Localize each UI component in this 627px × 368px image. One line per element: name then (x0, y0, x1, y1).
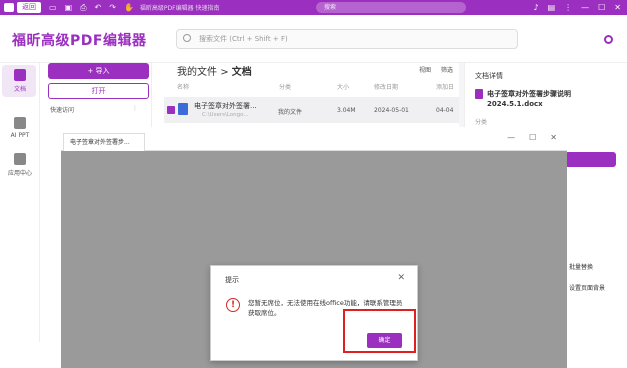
open-folder-icon[interactable]: ▭ (49, 3, 57, 12)
word-file-icon (178, 103, 188, 115)
print-icon[interactable]: ⎙ (80, 3, 86, 13)
user-icon[interactable]: ▤ (548, 3, 556, 12)
details-category-label: 分类 (475, 119, 488, 126)
file-category: 我的文件 (278, 109, 303, 116)
undo-icon[interactable]: ↶ (95, 3, 102, 12)
menu-icon[interactable]: ⋮ (564, 3, 572, 12)
bottom-strip (0, 342, 60, 368)
close-icon[interactable]: ✕ (550, 133, 557, 142)
document-window-controls: — ☐ ✕ (507, 133, 557, 142)
file-date: 2024-05-01 (374, 107, 409, 114)
file-size: 3.04M (337, 107, 356, 114)
more-icon[interactable]: ⋮ (132, 105, 138, 112)
col-added[interactable]: 添加日 (436, 82, 454, 91)
ai-ppt-icon (14, 117, 26, 129)
quick-access-label[interactable]: 快速访问 (50, 105, 74, 114)
bell-icon[interactable]: ♪ (533, 3, 538, 12)
minimize-icon[interactable]: — (581, 3, 589, 12)
window-controls: ♪ ▤ ⋮ — ☐ ✕ (533, 0, 621, 15)
col-date[interactable]: 修改日期 (374, 82, 398, 91)
maximize-icon[interactable]: ☐ (529, 133, 536, 142)
document-tab[interactable]: 电子签章对外签署步... (63, 133, 145, 151)
nav-label: 文档 (13, 86, 26, 93)
file-path: C:\Users\Longo... (202, 112, 249, 118)
open-button[interactable]: 打开 (48, 83, 149, 99)
title-bar: 返回 ▭ ▣ ⎙ ↶ ↷ ✋ 福昕高级PDF编辑器 快速指南 搜索 ♪ ▤ ⋮ … (0, 0, 627, 15)
hand-tool-icon[interactable]: ✋ (124, 3, 134, 12)
back-tab[interactable]: 返回 (17, 2, 41, 13)
page-background-link[interactable]: 设置页面背景 (569, 283, 605, 292)
search-input[interactable]: 搜索文件 (Ctrl + Shift + F) (176, 29, 518, 49)
dialog-title: 提示 (225, 276, 239, 284)
left-nav: 文档 AI PPT 应用中心 (0, 63, 40, 368)
warning-icon: ! (226, 298, 240, 312)
table-row[interactable]: 电子签章对外签署... C:\Users\Longo... 我的文件 3.04M… (164, 97, 459, 123)
close-icon[interactable]: ✕ (397, 273, 405, 283)
search-icon (183, 34, 191, 42)
app-name: 福昕高级PDF编辑器 (12, 33, 147, 49)
app-logo-icon (4, 3, 14, 12)
top-search[interactable]: 搜索 (316, 2, 466, 13)
nav-label: 应用中心 (7, 170, 32, 177)
nav-label: AI PPT (10, 132, 30, 139)
col-size[interactable]: 大小 (337, 82, 349, 91)
file-icon (475, 89, 483, 99)
app-header: 福昕高级PDF编辑器 搜索文件 (Ctrl + Shift + F) (0, 15, 627, 63)
crumb-root[interactable]: 我的文件 (177, 67, 217, 78)
view-button[interactable]: 视图 (419, 65, 431, 74)
file-added: 04-04 (436, 107, 454, 114)
nav-item-documents[interactable]: 文档 (0, 69, 40, 93)
document-window-titlebar: 电子签章对外签署步... — ☐ ✕ (61, 127, 567, 151)
nav-item-ai-ppt[interactable]: AI PPT (0, 117, 40, 139)
col-category[interactable]: 分类 (279, 82, 291, 91)
breadcrumb: 我的文件 > 文档 (177, 63, 252, 78)
import-button[interactable]: + 导入 (48, 63, 149, 79)
filter-button[interactable]: 筛选 (441, 65, 453, 74)
crumb-current: 文档 (231, 67, 252, 78)
settings-icon[interactable] (604, 35, 613, 44)
checkbox[interactable] (167, 106, 175, 114)
maximize-icon[interactable]: ☐ (598, 3, 605, 12)
file-name: 电子签章对外签署... (194, 102, 257, 110)
apps-grid-icon (14, 153, 26, 165)
col-name[interactable]: 名称 (177, 82, 189, 91)
batch-replace-link[interactable]: 批量替换 (569, 262, 593, 271)
details-title: 文档详情 (475, 72, 503, 80)
highlight-box (343, 309, 416, 353)
details-action-button[interactable] (565, 152, 616, 167)
document-icon (14, 69, 26, 81)
redo-icon[interactable]: ↷ (109, 3, 116, 12)
nav-item-app-center[interactable]: 应用中心 (0, 153, 40, 177)
minimize-icon[interactable]: — (507, 133, 515, 142)
crumb-separator: > (220, 67, 229, 78)
close-icon[interactable]: ✕ (614, 3, 621, 12)
save-icon[interactable]: ▣ (65, 3, 73, 12)
view-tools: 视图 筛选 (419, 65, 453, 74)
quick-guide-hint[interactable]: 福昕高级PDF编辑器 快速指南 (140, 3, 220, 12)
details-file-name: 电子签章对外签署步骤说明2024.5.1.docx (487, 90, 571, 108)
